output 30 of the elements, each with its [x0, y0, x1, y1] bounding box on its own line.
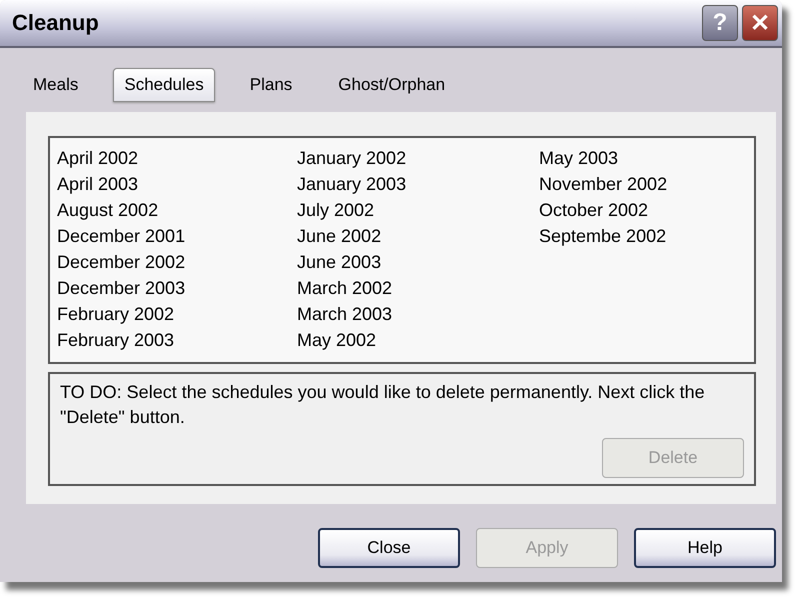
list-item[interactable]: April 2002 — [56, 146, 140, 170]
list-item[interactable]: December 2001 — [56, 224, 186, 248]
dialog-button[interactable]: Close — [318, 528, 460, 568]
window-title: Cleanup — [12, 10, 100, 36]
tab[interactable]: Plans — [238, 68, 304, 102]
dialog-button[interactable]: Help — [634, 528, 776, 568]
schedule-list[interactable] — [48, 136, 756, 364]
instructions-text: TO DO: Select the schedules you would like to delete permanently. Next click the "Delete" button. — [60, 381, 706, 429]
tab[interactable]: Schedules — [113, 68, 215, 102]
list-item[interactable]: May 2002 — [296, 328, 378, 352]
close-button[interactable]: ✕ — [742, 5, 778, 41]
list-item[interactable]: April 2003 — [56, 172, 140, 196]
list-item[interactable]: July 2002 — [296, 198, 376, 222]
list-item[interactable]: May 2003 — [538, 146, 620, 170]
list-item[interactable]: August 2002 — [56, 198, 160, 222]
list-item[interactable]: December 2002 — [56, 250, 186, 274]
list-item[interactable]: June 2002 — [296, 224, 382, 248]
list-item[interactable]: January 2002 — [296, 146, 408, 170]
list-item[interactable]: June 2003 — [296, 250, 382, 274]
list-item[interactable]: October 2002 — [538, 198, 650, 222]
list-item[interactable]: March 2003 — [296, 302, 394, 326]
list-item[interactable]: Septembe 2002 — [538, 224, 668, 248]
list-item[interactable]: February 2002 — [56, 302, 176, 326]
tab[interactable]: Ghost/Orphan — [327, 68, 456, 102]
tab[interactable]: Meals — [22, 68, 90, 102]
list-item[interactable]: February 2003 — [56, 328, 176, 352]
list-item[interactable]: November 2002 — [538, 172, 668, 196]
list-item[interactable]: January 2003 — [296, 172, 408, 196]
list-item[interactable]: December 2003 — [56, 276, 186, 300]
list-item[interactable]: March 2002 — [296, 276, 394, 300]
